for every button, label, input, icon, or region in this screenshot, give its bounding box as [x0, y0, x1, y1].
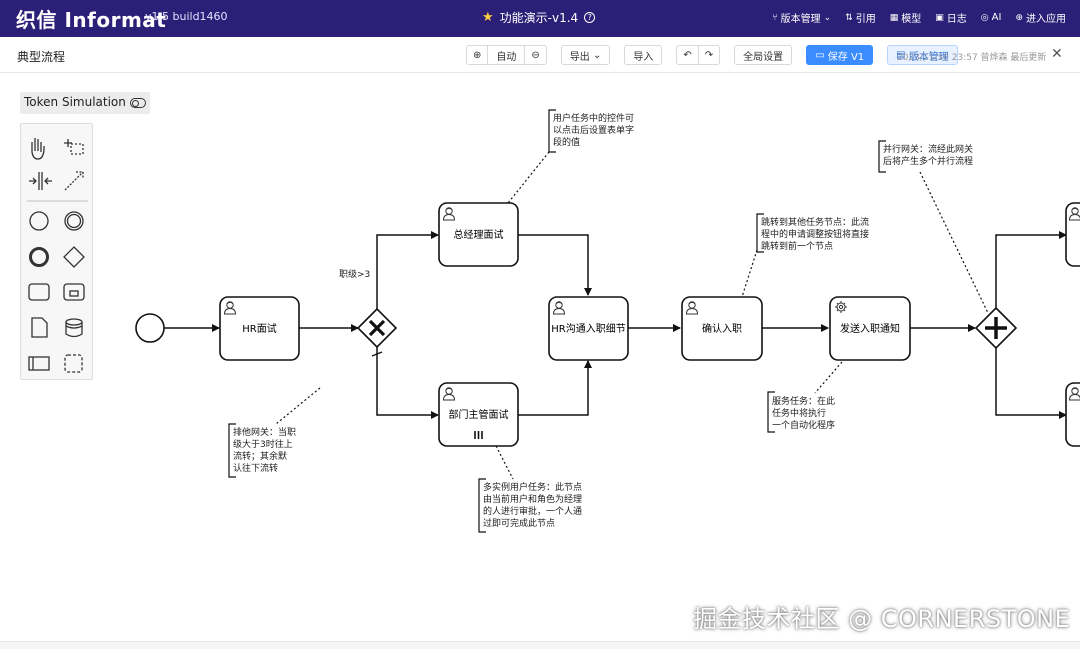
page-title: 典型流程 — [17, 50, 66, 64]
zoom-out-icon: ⊖ — [531, 49, 540, 61]
task-icon[interactable] — [28, 283, 50, 301]
task-hr-interview[interactable]: HR面试 — [219, 296, 300, 361]
parallel-gateway[interactable] — [974, 306, 1018, 350]
task-label: HR沟通入职细节 — [551, 322, 625, 335]
reference-icon: ⇅ — [845, 12, 853, 23]
start-event-icon[interactable] — [29, 211, 49, 231]
nav-label: 引用 — [855, 14, 876, 25]
bpmn-diagram: 职级>3 HR面试 总经理面试 部门主管面试 HR沟通入职细节 确认入职 发送入… — [135, 109, 1080, 533]
nav-enter-app[interactable]: ⊕ 进入应用 — [1015, 10, 1066, 26]
top-nav: ⑂ 版本管理 ⌄ ⇅ 引用 ▦ 模型 ▣ 日志 ◎ AI ⊕ 进入应用 — [772, 10, 1066, 25]
task-label: 总经理面试 — [454, 228, 504, 241]
task-notify[interactable]: 发送入职通知 — [829, 296, 911, 361]
export-label: 导出 — [569, 51, 590, 63]
data-store-icon[interactable] — [65, 318, 83, 338]
nav-label: 日志 — [946, 14, 967, 25]
nav-label: 模型 — [901, 14, 922, 25]
task-hr-details[interactable]: HR沟通入职细节 — [548, 296, 629, 361]
editor-toolbar: 典型流程 ⊕ 自动 ⊖ 导出 ⌄ 导入 ↶ ↷ 全局设置 ▭ 保存 V1 ▤ 版… — [0, 37, 1080, 73]
end-event-icon[interactable] — [29, 247, 49, 267]
token-simulation-toggle[interactable]: Token Simulation — [20, 92, 150, 114]
nav-reference[interactable]: ⇅ 引用 — [845, 10, 876, 26]
tool-palette — [20, 123, 93, 380]
annotation-user-task[interactable]: 用户任务中的控件可 以点击后设置表单字 段的值 — [553, 112, 637, 148]
start-event[interactable] — [135, 313, 165, 343]
nav-model[interactable]: ▦ 模型 — [889, 10, 922, 26]
help-icon[interactable]: ? — [584, 12, 596, 23]
last-updated-info: 2023/11/30 23:57 曾烨森 最后更新 — [897, 53, 1047, 63]
undo-button[interactable]: ↶ — [676, 45, 699, 65]
task-label: HR面试 — [242, 322, 276, 335]
group-icon[interactable] — [64, 354, 83, 373]
task-label: 确认入职 — [702, 322, 742, 335]
exclusive-gateway[interactable] — [356, 307, 398, 349]
bottom-bar — [0, 641, 1080, 649]
version-label: v1.5 build1460 — [145, 10, 228, 23]
lasso-tool-icon[interactable] — [64, 139, 84, 155]
annotation-jump[interactable]: 跳转到其他任务节点：此流 程中的申请调整按钮将直接 跳转到前一个节点 — [761, 216, 872, 252]
branch-icon: ⑂ — [772, 12, 778, 23]
annotation-multi-instance[interactable]: 多实例用户任务：此节点 由当前用户和角色为经理 的人进行审批，一个人通 过即可完… — [483, 481, 585, 529]
close-icon[interactable]: ✕ — [1051, 46, 1063, 62]
zoom-auto-button[interactable]: 自动 — [487, 45, 526, 65]
data-object-icon[interactable] — [31, 317, 48, 338]
star-icon: ★ — [482, 10, 494, 25]
app-logo[interactable]: 织信 Informat — [16, 4, 166, 33]
save-icon: ▭ — [815, 49, 825, 61]
nav-label: AI — [991, 12, 1002, 23]
intermediate-event-icon[interactable] — [64, 211, 84, 231]
undo-icon: ↶ — [683, 49, 692, 61]
redo-button[interactable]: ↷ — [697, 45, 721, 65]
app-title[interactable]: ★ 功能演示-v1.4 ? — [482, 9, 596, 26]
hand-tool-icon[interactable] — [31, 138, 45, 160]
enter-icon: ⊕ — [1015, 12, 1023, 23]
token-simulation-label: Token Simulation — [24, 95, 126, 109]
annotation-parallel-gateway[interactable]: 并行网关：流经此网关 后将产生多个并行流程 — [883, 143, 976, 167]
task-label: 发送入职通知 — [840, 322, 900, 335]
save-button[interactable]: ▭ 保存 V1 — [806, 45, 874, 65]
space-tool-icon[interactable] — [29, 172, 52, 190]
nav-label: 版本管理 — [780, 14, 821, 25]
annotation-exclusive-gateway[interactable]: 排他网关：当职 级大于3时往上 流转；其余默 认往下流转 — [233, 426, 299, 474]
zoom-out-button[interactable]: ⊖ — [524, 45, 547, 65]
gateway-icon[interactable] — [63, 246, 85, 268]
zoom-in-icon: ⊕ — [473, 49, 482, 61]
nav-version-management[interactable]: ⑂ 版本管理 ⌄ — [772, 10, 832, 26]
log-icon: ▣ — [935, 12, 944, 23]
save-label: 保存 V1 — [827, 51, 865, 63]
zoom-in-button[interactable]: ⊕ — [466, 45, 489, 65]
task-right-upper[interactable] — [1065, 202, 1080, 267]
app-title-text: 功能演示-v1.4 — [499, 11, 579, 25]
export-button[interactable]: 导出 ⌄ — [560, 45, 611, 65]
subprocess-icon[interactable] — [63, 283, 85, 301]
annotation-service-task[interactable]: 服务任务：在此 任务中将执行 一个自动化程序 — [772, 395, 838, 431]
task-dept-interview[interactable]: 部门主管面试 — [438, 382, 519, 447]
undo-redo-group: ↶ ↷ — [676, 45, 721, 65]
top-bar: 织信 Informat v1.5 build1460 ★ 功能演示-v1.4 ?… — [0, 0, 1080, 37]
zoom-group: ⊕ 自动 ⊖ — [466, 45, 547, 65]
toolbar-buttons: ⊕ 自动 ⊖ 导出 ⌄ 导入 ↶ ↷ 全局设置 ▭ 保存 V1 ▤ 版本管理 — [466, 45, 958, 65]
connect-tool-icon[interactable] — [64, 171, 84, 191]
model-icon: ▦ — [889, 12, 899, 23]
task-gm-interview[interactable]: 总经理面试 — [438, 202, 519, 267]
nav-label: 进入应用 — [1026, 14, 1066, 25]
pool-icon[interactable] — [28, 356, 50, 371]
task-right-lower[interactable] — [1065, 382, 1080, 447]
global-settings-button[interactable]: 全局设置 — [734, 45, 793, 65]
nav-log[interactable]: ▣ 日志 — [935, 10, 967, 26]
redo-icon: ↷ — [704, 49, 714, 61]
task-label: 部门主管面试 — [449, 408, 509, 421]
condition-label: 职级>3 — [339, 268, 370, 280]
ai-icon: ◎ — [980, 12, 989, 23]
chevron-down-icon: ⌄ — [823, 12, 832, 23]
task-confirm[interactable]: 确认入职 — [681, 296, 763, 361]
toggle-icon — [129, 98, 146, 108]
palette-icons — [27, 138, 88, 373]
import-button[interactable]: 导入 — [624, 45, 663, 65]
nav-ai[interactable]: ◎ AI — [981, 10, 1002, 25]
watermark: 掘金技术社区 @ CORNERSTONE — [693, 605, 1071, 633]
chevron-down-icon: ⌄ — [592, 49, 602, 61]
